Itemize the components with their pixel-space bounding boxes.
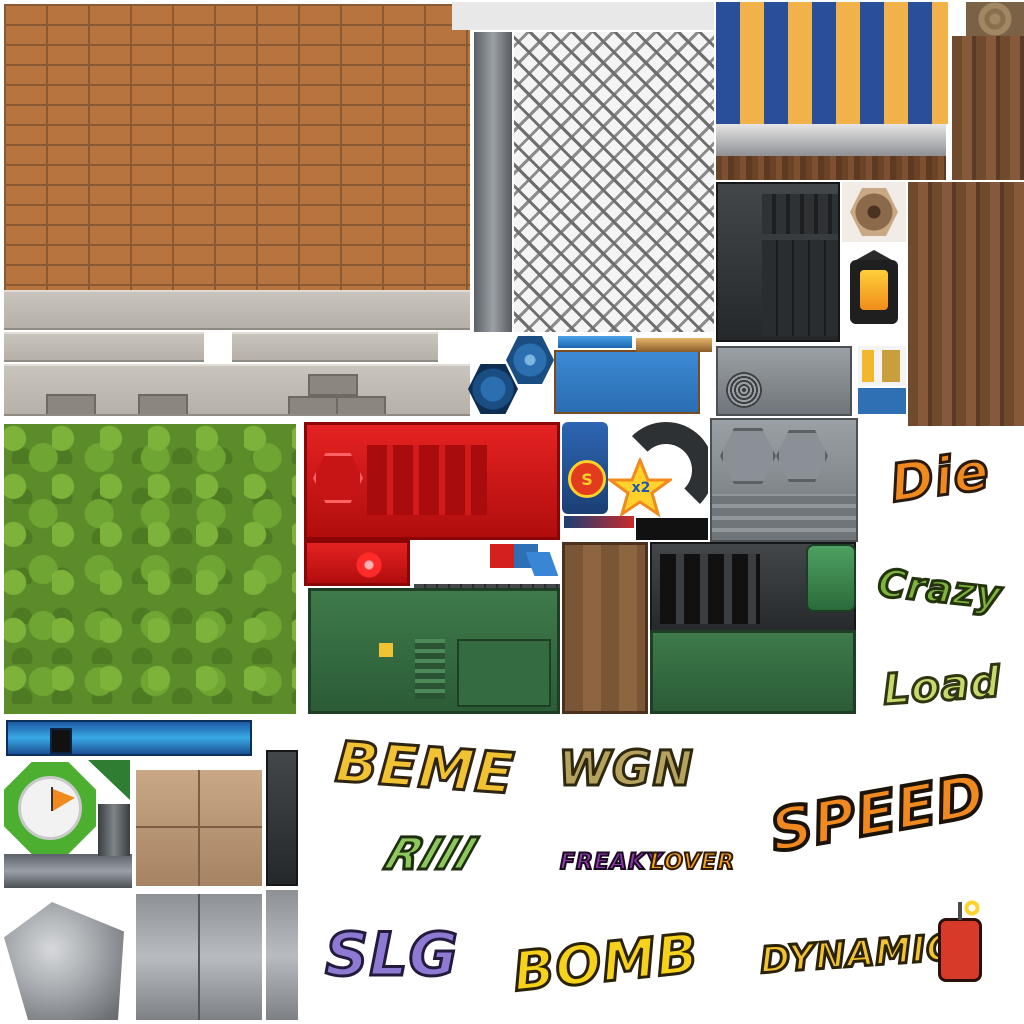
bar-slot <box>50 728 72 754</box>
graffiti-beme: BEME <box>332 728 518 808</box>
metal-sheet-texture <box>136 894 262 1020</box>
brick-wall-texture <box>4 4 470 290</box>
vent-slots <box>660 554 760 624</box>
black-bar-texture <box>636 518 708 540</box>
awning-frame-texture <box>716 124 946 156</box>
concrete-block-texture-a <box>4 332 204 362</box>
curb-stone <box>288 396 338 414</box>
hex-bolt-icon-b <box>776 430 828 482</box>
blue-progress-bar-texture <box>6 720 252 756</box>
shutter-slats <box>762 194 838 234</box>
yellow-bracket-icon <box>858 346 906 386</box>
red-glow-icon <box>349 545 389 583</box>
green-plate <box>457 639 551 707</box>
grass-texture <box>4 424 296 714</box>
blue-strip-texture <box>558 336 632 348</box>
curb-stone <box>308 374 358 396</box>
progress-bar-texture <box>564 516 634 528</box>
wooden-crate-texture <box>562 542 648 714</box>
graffiti-bomb: BOMB <box>509 920 704 1005</box>
red-grille <box>367 445 487 515</box>
curb-stone <box>46 394 96 414</box>
dark-shutter-texture <box>716 182 840 342</box>
pipe-fitting-texture <box>4 854 132 888</box>
spark-icon <box>964 900 980 916</box>
fan-grille-icon <box>726 372 762 408</box>
striped-awning-texture <box>716 2 948 124</box>
fence-pole-texture <box>474 32 512 332</box>
red-machine-panel-texture <box>304 422 560 540</box>
red-glow-panel-texture <box>304 540 410 586</box>
tire-arc-icon <box>612 420 708 512</box>
graffiti-wgn: WGN <box>557 740 695 799</box>
red-hex-icon <box>313 453 363 503</box>
dark-metal-strip-texture-a <box>266 750 298 886</box>
concrete-curb-texture <box>4 364 470 416</box>
metal-vent-box-texture <box>716 346 852 416</box>
blue-hex-barrel-icon-a <box>468 364 518 414</box>
log-hex-icon <box>850 188 898 236</box>
plate-lines <box>712 494 856 540</box>
metal-hex-plate-texture <box>710 418 858 542</box>
graffiti-die: Die <box>885 440 995 516</box>
concrete-block-texture-b <box>232 332 438 362</box>
wood-plank-texture-large <box>908 182 1024 426</box>
clock-timer-icon <box>4 762 96 854</box>
graffiti-load: Load <box>880 655 1004 715</box>
graffiti-slg: SLG <box>324 919 460 992</box>
dynamite-icon <box>928 900 992 988</box>
concrete-ledge-texture <box>4 290 470 330</box>
metal-strip-texture-b <box>266 890 298 1020</box>
blue-bracket-icon <box>858 388 906 414</box>
curb-stone <box>336 396 386 414</box>
green-vent <box>415 639 445 699</box>
hazard-icon <box>379 643 393 657</box>
graffiti-speed: SPEED <box>763 759 992 868</box>
pipe-joint-icon <box>490 544 558 576</box>
blue-hex-barrel-icon-b <box>506 336 554 384</box>
s-badge-label: S <box>581 469 593 489</box>
graffiti-freaky: FREAKY <box>559 849 664 876</box>
log-end-texture <box>842 182 906 242</box>
graffiti-lover: LOVER <box>649 849 736 876</box>
green-cabinet-texture <box>650 630 856 714</box>
green-machine-panel-texture <box>308 588 560 714</box>
lantern-icon <box>842 244 906 342</box>
copper-pipe-texture <box>636 338 712 352</box>
gray-pipe-stub <box>98 804 130 856</box>
graffiti-crazy: Crazy <box>874 559 1005 619</box>
tree-ring-texture <box>966 2 1024 36</box>
chain-link-fence-texture <box>514 32 714 332</box>
graffiti-riii: RIII <box>377 828 486 882</box>
s-badge-icon: S <box>562 422 608 514</box>
shutter-lines <box>762 240 838 336</box>
boulder-texture <box>4 902 124 1020</box>
light-gray-strip <box>452 2 714 30</box>
wood-plank-texture-small <box>952 36 1024 180</box>
blue-rusty-panel-texture <box>554 350 700 414</box>
wood-beam-texture <box>716 156 946 180</box>
green-canister-icon <box>806 544 856 612</box>
curb-stone <box>138 394 188 414</box>
cardboard-box-texture <box>136 770 262 886</box>
hex-bolt-icon-a <box>720 428 776 484</box>
